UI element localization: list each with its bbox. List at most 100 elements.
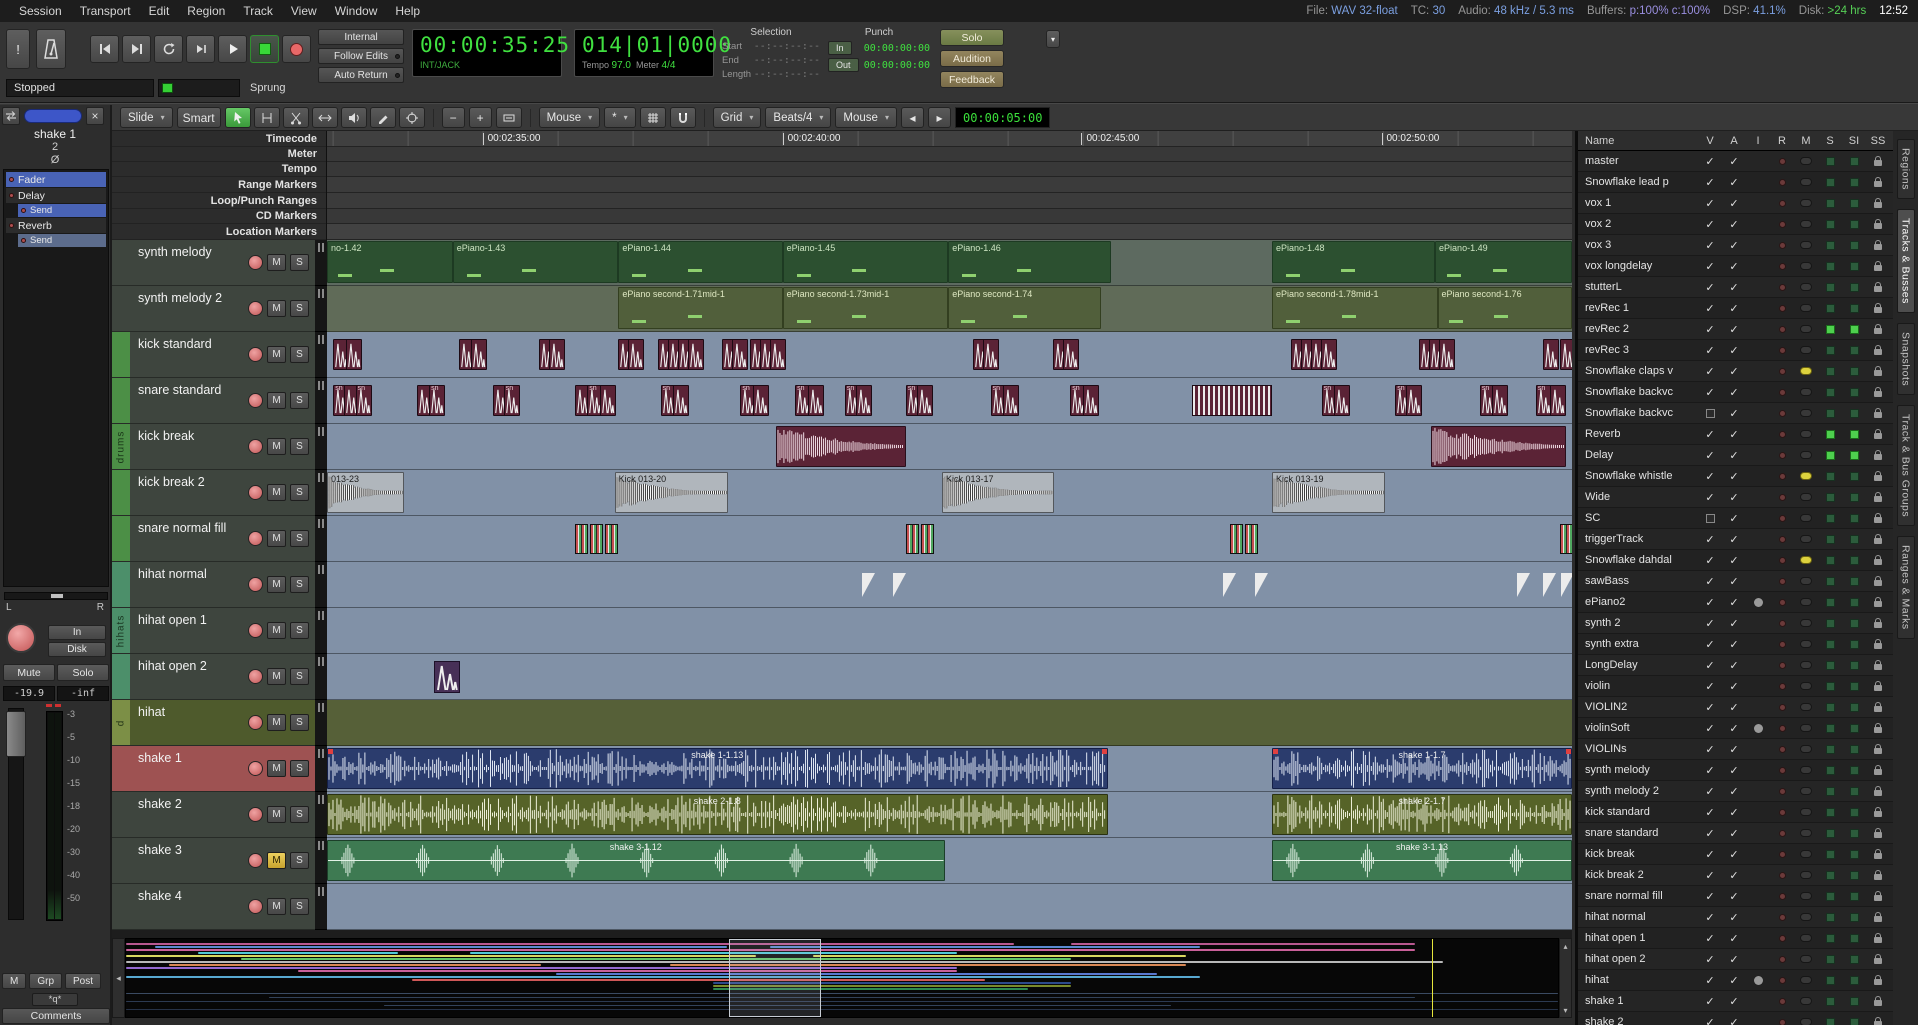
ruler-tempo[interactable] bbox=[327, 162, 1572, 177]
mute-cell[interactable] bbox=[1794, 661, 1818, 669]
active-cell[interactable]: ✓ bbox=[1722, 827, 1746, 840]
record-arm-button[interactable] bbox=[248, 531, 263, 546]
mute-cell[interactable] bbox=[1794, 850, 1818, 858]
drum-hit-region[interactable] bbox=[1334, 385, 1350, 416]
active-cell[interactable]: ✓ bbox=[1722, 764, 1746, 777]
visible-cell[interactable]: ✓ bbox=[1698, 953, 1722, 966]
solo-cell[interactable] bbox=[1818, 157, 1842, 166]
solo-button[interactable]: S bbox=[290, 484, 309, 501]
record-button[interactable] bbox=[282, 35, 311, 63]
solo-safe-cell[interactable] bbox=[1866, 513, 1890, 523]
solo-button[interactable]: S bbox=[290, 346, 309, 363]
snap-grid-button[interactable] bbox=[640, 107, 666, 128]
active-cell[interactable]: ✓ bbox=[1722, 974, 1746, 987]
mute-cell[interactable] bbox=[1794, 745, 1818, 753]
summary-view-rect[interactable] bbox=[729, 939, 821, 1017]
visible-cell[interactable]: ✓ bbox=[1698, 470, 1722, 483]
visible-cell[interactable]: ✓ bbox=[1698, 491, 1722, 504]
active-cell[interactable]: ✓ bbox=[1722, 407, 1746, 420]
visible-cell[interactable]: ✓ bbox=[1698, 428, 1722, 441]
goto-end-button[interactable] bbox=[122, 35, 151, 63]
input-button[interactable]: In bbox=[48, 625, 106, 640]
midi-region[interactable]: no-1.42 bbox=[327, 241, 453, 283]
solo-safe-cell[interactable] bbox=[1866, 387, 1890, 397]
visible-cell[interactable]: ✓ bbox=[1698, 239, 1722, 252]
rec-cell[interactable] bbox=[1770, 221, 1794, 228]
solo-iso-cell[interactable] bbox=[1842, 346, 1866, 355]
rec-cell[interactable] bbox=[1770, 935, 1794, 942]
track-header-snare-standard[interactable]: snare standardMS bbox=[112, 378, 315, 424]
panel-row-shake-2[interactable]: shake 2✓✓ bbox=[1578, 1012, 1893, 1025]
shuttle-handle[interactable] bbox=[162, 83, 173, 93]
solo-iso-cell[interactable] bbox=[1842, 262, 1866, 271]
zoom-focus-select[interactable]: Mouse▾ bbox=[539, 107, 601, 128]
visible-cell[interactable]: ✓ bbox=[1698, 617, 1722, 630]
active-cell[interactable]: ✓ bbox=[1722, 260, 1746, 273]
mute-cell[interactable] bbox=[1794, 346, 1818, 354]
stop-button[interactable] bbox=[250, 35, 279, 63]
solo-cell[interactable] bbox=[1818, 682, 1842, 691]
pan-slider[interactable] bbox=[4, 592, 108, 600]
visible-cell[interactable]: ✓ bbox=[1698, 176, 1722, 189]
shuttle-style-label[interactable]: Sprung bbox=[250, 82, 285, 94]
nudge-back-button[interactable]: ◂ bbox=[901, 107, 924, 128]
solo-iso-cell[interactable] bbox=[1842, 1018, 1866, 1025]
track-scroll-handle[interactable] bbox=[315, 378, 327, 424]
column-header-s[interactable]: S bbox=[1818, 135, 1842, 147]
rec-cell[interactable] bbox=[1770, 662, 1794, 669]
drum-hit-region[interactable] bbox=[1543, 339, 1559, 370]
rec-cell[interactable] bbox=[1770, 683, 1794, 690]
solo-iso-cell[interactable] bbox=[1842, 598, 1866, 607]
visible-cell[interactable]: ✓ bbox=[1698, 449, 1722, 462]
track-scroll-handle[interactable] bbox=[315, 516, 327, 562]
drum-hit-region[interactable] bbox=[808, 385, 824, 416]
mouse-mode-cut-button[interactable] bbox=[283, 107, 309, 128]
solo-iso-cell[interactable] bbox=[1842, 724, 1866, 733]
mute-button[interactable]: M bbox=[267, 852, 286, 869]
mute-cell[interactable] bbox=[1794, 808, 1818, 816]
midi-region[interactable]: ePiano-1.46 bbox=[948, 241, 1111, 283]
panel-row-violin[interactable]: violin✓✓ bbox=[1578, 676, 1893, 697]
visible-cell[interactable]: ✓ bbox=[1698, 575, 1722, 588]
track-header-hihat-open-1[interactable]: hihatshihat open 1MS bbox=[112, 608, 315, 654]
active-cell[interactable]: ✓ bbox=[1722, 344, 1746, 357]
pan-handle[interactable] bbox=[51, 594, 63, 598]
visible-cell[interactable]: ✓ bbox=[1698, 386, 1722, 399]
mute-cell[interactable] bbox=[1794, 220, 1818, 228]
solo-safe-cell[interactable] bbox=[1866, 219, 1890, 229]
solo-safe-cell[interactable] bbox=[1866, 744, 1890, 754]
solo-iso-cell[interactable] bbox=[1842, 220, 1866, 229]
close-strip-button[interactable]: × bbox=[86, 107, 104, 125]
audio-region[interactable]: shake 1-1.7 bbox=[1272, 748, 1572, 789]
mute-cell[interactable] bbox=[1794, 325, 1818, 333]
snap-magnet-button[interactable] bbox=[670, 107, 696, 128]
rec-cell[interactable] bbox=[1770, 620, 1794, 627]
solo-safe-cell[interactable] bbox=[1866, 933, 1890, 943]
track-lane-shake-2[interactable]: shake 2-1.8shake 2-1.7 bbox=[327, 792, 1572, 838]
processor-reverb[interactable]: Reverb bbox=[6, 218, 106, 233]
menu-edit[interactable]: Edit bbox=[140, 2, 179, 20]
solo-safe-cell[interactable] bbox=[1866, 471, 1890, 481]
visible-cell[interactable]: ✓ bbox=[1698, 533, 1722, 546]
audio-region[interactable] bbox=[1431, 426, 1565, 467]
record-arm-button[interactable] bbox=[248, 899, 263, 914]
mute-cell[interactable] bbox=[1794, 409, 1818, 417]
metronome-button[interactable] bbox=[36, 29, 66, 69]
solo-safe-cell[interactable] bbox=[1866, 786, 1890, 796]
mute-cell[interactable] bbox=[1794, 430, 1818, 438]
solo-safe-cell[interactable] bbox=[1866, 954, 1890, 964]
mute-cell[interactable] bbox=[1794, 283, 1818, 291]
session-summary[interactable] bbox=[125, 938, 1559, 1018]
solo-iso-cell[interactable] bbox=[1842, 388, 1866, 397]
solo-cell[interactable] bbox=[1818, 472, 1842, 481]
column-header-m[interactable]: M bbox=[1794, 135, 1818, 147]
mute-cell[interactable] bbox=[1794, 976, 1818, 984]
midi-region[interactable]: ePiano-1.49 bbox=[1435, 241, 1572, 283]
mute-cell[interactable] bbox=[1794, 913, 1818, 921]
feedback-button[interactable]: Feedback bbox=[940, 71, 1004, 88]
solo-cell[interactable] bbox=[1818, 808, 1842, 817]
mute-cell[interactable] bbox=[1794, 934, 1818, 942]
rec-cell[interactable] bbox=[1770, 347, 1794, 354]
zoom-fit-button[interactable] bbox=[496, 107, 522, 128]
solo-iso-cell[interactable] bbox=[1842, 451, 1866, 460]
